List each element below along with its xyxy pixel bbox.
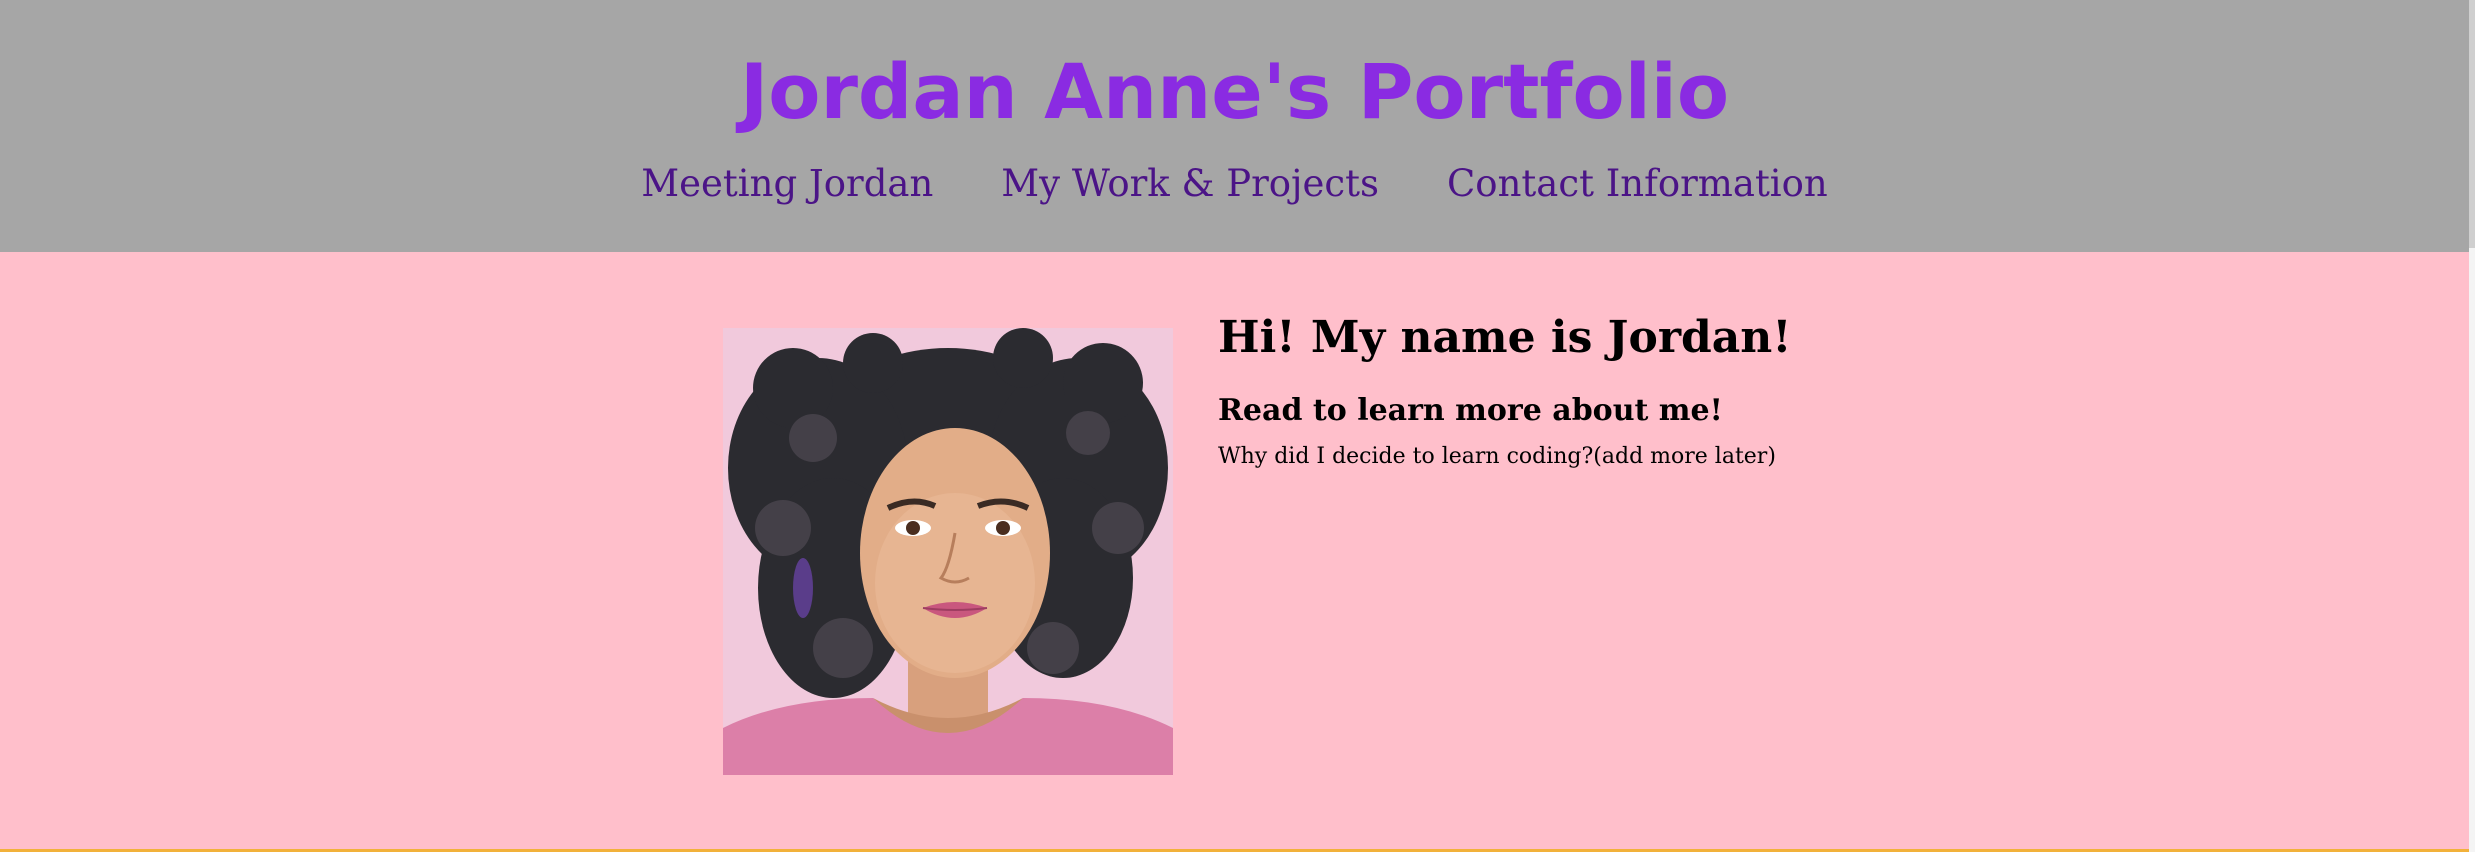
intro-heading: Hi! My name is Jordan! — [1218, 312, 1792, 363]
profile-portrait — [723, 328, 1173, 775]
intro-subheading: Read to learn more about me! — [1218, 393, 1723, 428]
nav-link-work-projects[interactable]: My Work & Projects — [1001, 160, 1379, 208]
scrollbar-track[interactable] — [2469, 248, 2475, 852]
portrait-illustration — [723, 328, 1173, 775]
site-header: Jordan Anne's Portfolio Meeting Jordan M… — [0, 0, 2469, 252]
intro-paragraph: Why did I decide to learn coding?(add mo… — [1218, 444, 1776, 469]
scrollbar-thumb[interactable] — [2469, 0, 2475, 248]
nav-link-contact-information[interactable]: Contact Information — [1447, 160, 1828, 208]
nav-link-meeting-jordan[interactable]: Meeting Jordan — [641, 160, 933, 208]
site-title: Jordan Anne's Portfolio — [739, 47, 1730, 136]
main-nav: Meeting Jordan My Work & Projects Contac… — [0, 160, 2469, 208]
